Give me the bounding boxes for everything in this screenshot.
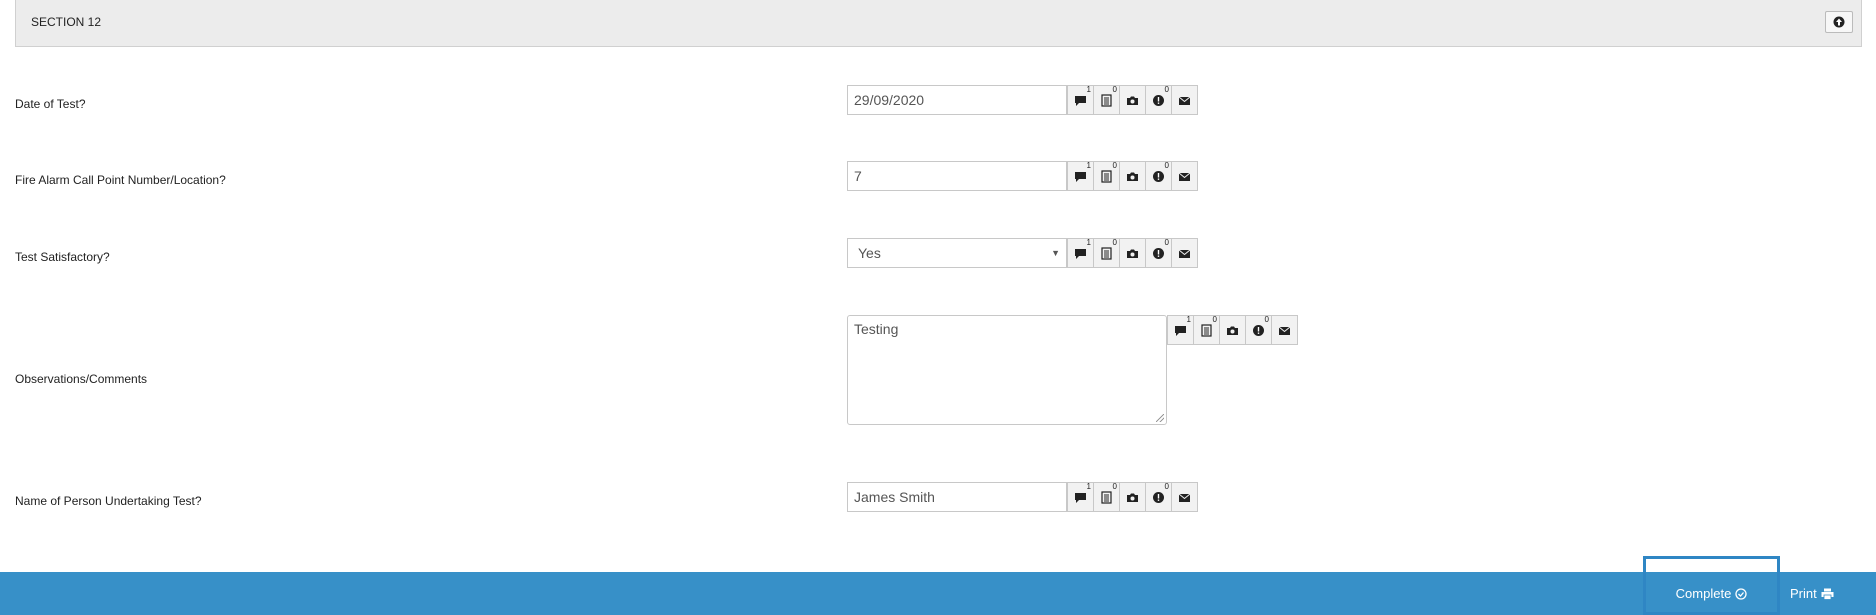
printer-icon xyxy=(1821,588,1834,600)
complete-button-label: Complete xyxy=(1675,586,1732,601)
question-actions: 1 0 0 xyxy=(1067,85,1198,115)
alert-count: 0 xyxy=(1164,85,1169,94)
call-point-input[interactable] xyxy=(847,161,1067,191)
alert-button[interactable]: 0 xyxy=(1145,161,1172,191)
complete-button[interactable]: Complete xyxy=(1646,572,1777,615)
notes-icon xyxy=(1101,93,1112,107)
check-circle-icon xyxy=(1735,587,1747,600)
print-button[interactable]: Print xyxy=(1790,572,1834,615)
comment-icon xyxy=(1075,248,1086,259)
notes-icon xyxy=(1101,490,1112,504)
section-header: SECTION 12 xyxy=(15,0,1862,47)
email-icon xyxy=(1178,96,1191,105)
camera-button[interactable] xyxy=(1119,482,1146,512)
camera-icon xyxy=(1127,493,1138,502)
comment-count: 1 xyxy=(1086,161,1091,170)
notes-button[interactable]: 0 xyxy=(1093,482,1120,512)
textarea-value: Testing xyxy=(854,321,899,337)
email-icon xyxy=(1278,326,1291,335)
notes-icon xyxy=(1201,323,1212,337)
notes-button[interactable]: 0 xyxy=(1093,161,1120,191)
select-value: Yes xyxy=(858,245,881,261)
question-label-test-satisfactory: Test Satisfactory? xyxy=(15,250,110,264)
question-actions: 1 0 0 xyxy=(1167,315,1298,345)
resize-handle[interactable] xyxy=(1156,414,1164,422)
alert-count: 0 xyxy=(1164,161,1169,170)
email-button[interactable] xyxy=(1171,85,1198,115)
arrow-up-circle-icon xyxy=(1833,16,1845,28)
alert-icon xyxy=(1153,170,1164,182)
comment-count: 1 xyxy=(1086,238,1091,247)
question-label-person-name: Name of Person Undertaking Test? xyxy=(15,494,202,508)
observations-textarea[interactable]: Testing xyxy=(847,315,1167,425)
question-label-call-point: Fire Alarm Call Point Number/Location? xyxy=(15,173,226,187)
comment-count: 1 xyxy=(1086,85,1091,94)
notes-count: 0 xyxy=(1112,482,1117,491)
notes-count: 0 xyxy=(1112,85,1117,94)
question-label-observations: Observations/Comments xyxy=(15,372,148,386)
camera-button[interactable] xyxy=(1119,85,1146,115)
camera-icon xyxy=(1127,249,1138,258)
alert-icon xyxy=(1253,324,1264,336)
comment-icon xyxy=(1175,325,1186,336)
comment-count: 1 xyxy=(1186,315,1191,324)
alert-icon xyxy=(1153,247,1164,259)
notes-button[interactable]: 0 xyxy=(1093,85,1120,115)
section-title: SECTION 12 xyxy=(31,15,102,29)
question-label-date-of-test: Date of Test? xyxy=(15,97,86,111)
collapse-section-button[interactable] xyxy=(1825,11,1853,33)
alert-count: 0 xyxy=(1264,315,1269,324)
notes-icon xyxy=(1101,169,1112,183)
camera-button[interactable] xyxy=(1219,315,1246,345)
comment-button[interactable]: 1 xyxy=(1167,315,1194,345)
comment-button[interactable]: 1 xyxy=(1067,85,1094,115)
notes-count: 0 xyxy=(1212,315,1217,324)
question-actions: 1 0 0 xyxy=(1067,161,1198,191)
camera-icon xyxy=(1127,172,1138,181)
alert-button[interactable]: 0 xyxy=(1145,482,1172,512)
alert-button[interactable]: 0 xyxy=(1245,315,1272,345)
footer-action-bar xyxy=(0,572,1876,615)
notes-icon xyxy=(1101,246,1112,260)
notes-button[interactable]: 0 xyxy=(1193,315,1220,345)
notes-count: 0 xyxy=(1112,238,1117,247)
email-button[interactable] xyxy=(1271,315,1298,345)
email-icon xyxy=(1178,172,1191,181)
comment-button[interactable]: 1 xyxy=(1067,161,1094,191)
comment-icon xyxy=(1075,95,1086,106)
date-of-test-input[interactable] xyxy=(847,85,1067,115)
alert-button[interactable]: 0 xyxy=(1145,238,1172,268)
comment-count: 1 xyxy=(1086,482,1091,491)
notes-count: 0 xyxy=(1112,161,1117,170)
person-name-input[interactable] xyxy=(847,482,1067,512)
camera-button[interactable] xyxy=(1119,238,1146,268)
question-actions: 1 0 0 xyxy=(1067,482,1198,512)
email-icon xyxy=(1178,249,1191,258)
print-button-label: Print xyxy=(1790,586,1817,601)
alert-count: 0 xyxy=(1164,238,1169,247)
alert-icon xyxy=(1153,491,1164,503)
camera-button[interactable] xyxy=(1119,161,1146,191)
test-satisfactory-select[interactable]: Yes ▼ xyxy=(847,238,1067,268)
comment-button[interactable]: 1 xyxy=(1067,238,1094,268)
comment-icon xyxy=(1075,492,1086,503)
chevron-down-icon: ▼ xyxy=(1051,248,1060,258)
email-icon xyxy=(1178,493,1191,502)
comment-button[interactable]: 1 xyxy=(1067,482,1094,512)
question-actions: 1 0 0 xyxy=(1067,238,1198,268)
alert-icon xyxy=(1153,94,1164,106)
alert-button[interactable]: 0 xyxy=(1145,85,1172,115)
email-button[interactable] xyxy=(1171,238,1198,268)
camera-icon xyxy=(1227,326,1238,335)
comment-icon xyxy=(1075,171,1086,182)
notes-button[interactable]: 0 xyxy=(1093,238,1120,268)
email-button[interactable] xyxy=(1171,482,1198,512)
alert-count: 0 xyxy=(1164,482,1169,491)
camera-icon xyxy=(1127,96,1138,105)
email-button[interactable] xyxy=(1171,161,1198,191)
